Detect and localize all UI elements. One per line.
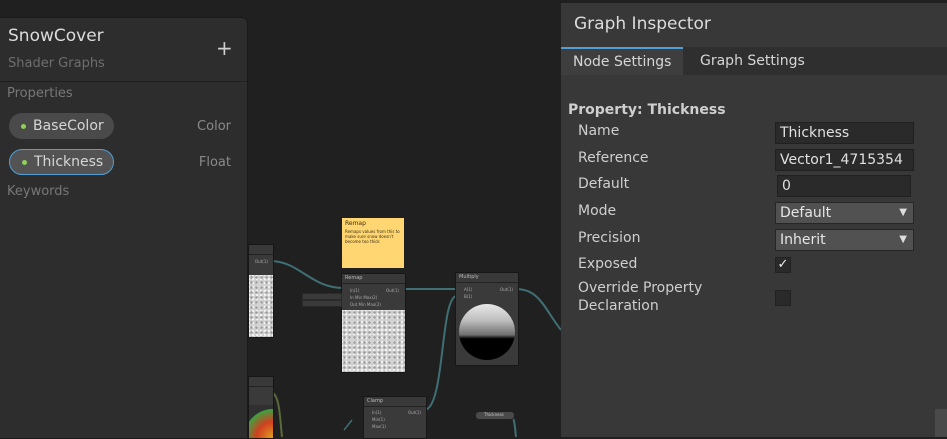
property-dot-icon bbox=[22, 159, 27, 165]
multiply-node[interactable]: Multiply A(1) B(1) Out(1) bbox=[455, 272, 519, 366]
blackboard-panel[interactable]: SnowCover Shader Graphs + Properties Bas… bbox=[0, 17, 248, 439]
port-label: B(1) bbox=[464, 294, 473, 299]
name-field[interactable]: Thickness bbox=[775, 122, 914, 144]
exposed-label: Exposed bbox=[578, 256, 638, 272]
override-checkbox[interactable] bbox=[775, 290, 791, 306]
keywords-section-label: Keywords bbox=[7, 184, 70, 199]
chevron-down-icon: ▼ bbox=[899, 207, 907, 218]
node-header bbox=[249, 377, 273, 387]
port-label: In(1) bbox=[372, 410, 382, 415]
mode-label: Mode bbox=[578, 203, 617, 219]
reference-label: Reference bbox=[578, 150, 649, 166]
property-dot-icon bbox=[21, 123, 26, 129]
port-label: A(1) bbox=[464, 287, 473, 292]
default-label: Default bbox=[578, 176, 630, 192]
remap-node[interactable]: Remap In(1) In Min Max(2) Out Min Max(2)… bbox=[341, 273, 406, 373]
texture-node-left[interactable]: Out(1) bbox=[248, 244, 274, 338]
property-name: BaseColor bbox=[33, 118, 104, 134]
node-title: Clamp bbox=[364, 397, 426, 407]
override-label-line2: Declaration bbox=[578, 298, 659, 314]
color-node-left[interactable] bbox=[248, 376, 274, 439]
reference-field[interactable]: Vector1_4715354 bbox=[775, 149, 914, 171]
mode-dropdown[interactable]: Default ▼ bbox=[775, 202, 914, 224]
node-preview bbox=[249, 275, 273, 337]
node-output-label: Out(1) bbox=[386, 288, 399, 293]
port-label: In(1) bbox=[350, 288, 360, 293]
node-output-label: Out(1) bbox=[500, 287, 513, 292]
node-header bbox=[249, 245, 273, 255]
exposed-checkbox[interactable]: ✓ bbox=[775, 257, 791, 273]
property-pill-basecolor[interactable]: BaseColor bbox=[9, 113, 114, 139]
default-field[interactable]: 0 bbox=[777, 175, 911, 197]
window-edge-tab[interactable] bbox=[935, 409, 947, 437]
property-pill-thickness[interactable]: Thickness bbox=[9, 149, 115, 175]
property-node[interactable]: Thickness bbox=[475, 411, 515, 420]
color-wheel-preview bbox=[249, 405, 273, 438]
node-preview bbox=[342, 310, 405, 372]
precision-value: Inherit bbox=[780, 232, 826, 248]
mode-value: Default bbox=[780, 205, 832, 221]
blackboard-subtitle: Shader Graphs bbox=[8, 56, 105, 71]
node-output-label: Out(1) bbox=[255, 259, 268, 264]
remap-inline-inputs[interactable] bbox=[302, 293, 342, 307]
sticky-title: Remap bbox=[345, 220, 366, 227]
override-label-line1: Override Property bbox=[578, 280, 703, 296]
node-preview-sphere bbox=[459, 304, 515, 360]
chevron-down-icon: ▼ bbox=[899, 234, 907, 245]
node-title: Remap bbox=[342, 274, 405, 284]
property-type: Float bbox=[198, 155, 231, 170]
port-label: In Min Max(2) bbox=[350, 295, 378, 300]
precision-label: Precision bbox=[578, 230, 641, 246]
sticky-body: Remaps values from this to make sure sno… bbox=[345, 229, 400, 244]
port-label: Max(1) bbox=[372, 424, 386, 429]
sticky-note[interactable]: Remap Remaps values from this to make su… bbox=[342, 218, 404, 268]
add-property-button[interactable]: + bbox=[216, 38, 233, 58]
name-label: Name bbox=[578, 123, 620, 139]
tab-graph-settings[interactable]: Graph Settings bbox=[688, 47, 817, 75]
property-header: Property: Thickness bbox=[568, 102, 726, 118]
node-output-label: Out(1) bbox=[408, 410, 421, 415]
inspector-title: Graph Inspector bbox=[574, 14, 711, 34]
property-name: Thickness bbox=[34, 154, 104, 170]
blackboard-divider bbox=[0, 81, 247, 82]
graph-inspector-panel[interactable]: Graph Inspector Node Settings Graph Sett… bbox=[561, 3, 947, 437]
precision-dropdown[interactable]: Inherit ▼ bbox=[775, 229, 914, 251]
property-type: Color bbox=[197, 119, 231, 134]
port-label: Out Min Max(2) bbox=[350, 302, 381, 307]
inspector-tabs: Node Settings Graph Settings bbox=[561, 47, 947, 75]
blackboard-title: SnowCover bbox=[8, 26, 104, 46]
clamp-node[interactable]: Clamp In(1) Min(1) Max(1) Out(1) bbox=[363, 396, 427, 439]
tab-node-settings[interactable]: Node Settings bbox=[561, 47, 684, 75]
node-title: Multiply bbox=[456, 273, 518, 283]
port-label: Min(1) bbox=[372, 417, 385, 422]
property-node-label: Thickness bbox=[484, 412, 504, 417]
properties-section-label: Properties bbox=[7, 86, 73, 101]
